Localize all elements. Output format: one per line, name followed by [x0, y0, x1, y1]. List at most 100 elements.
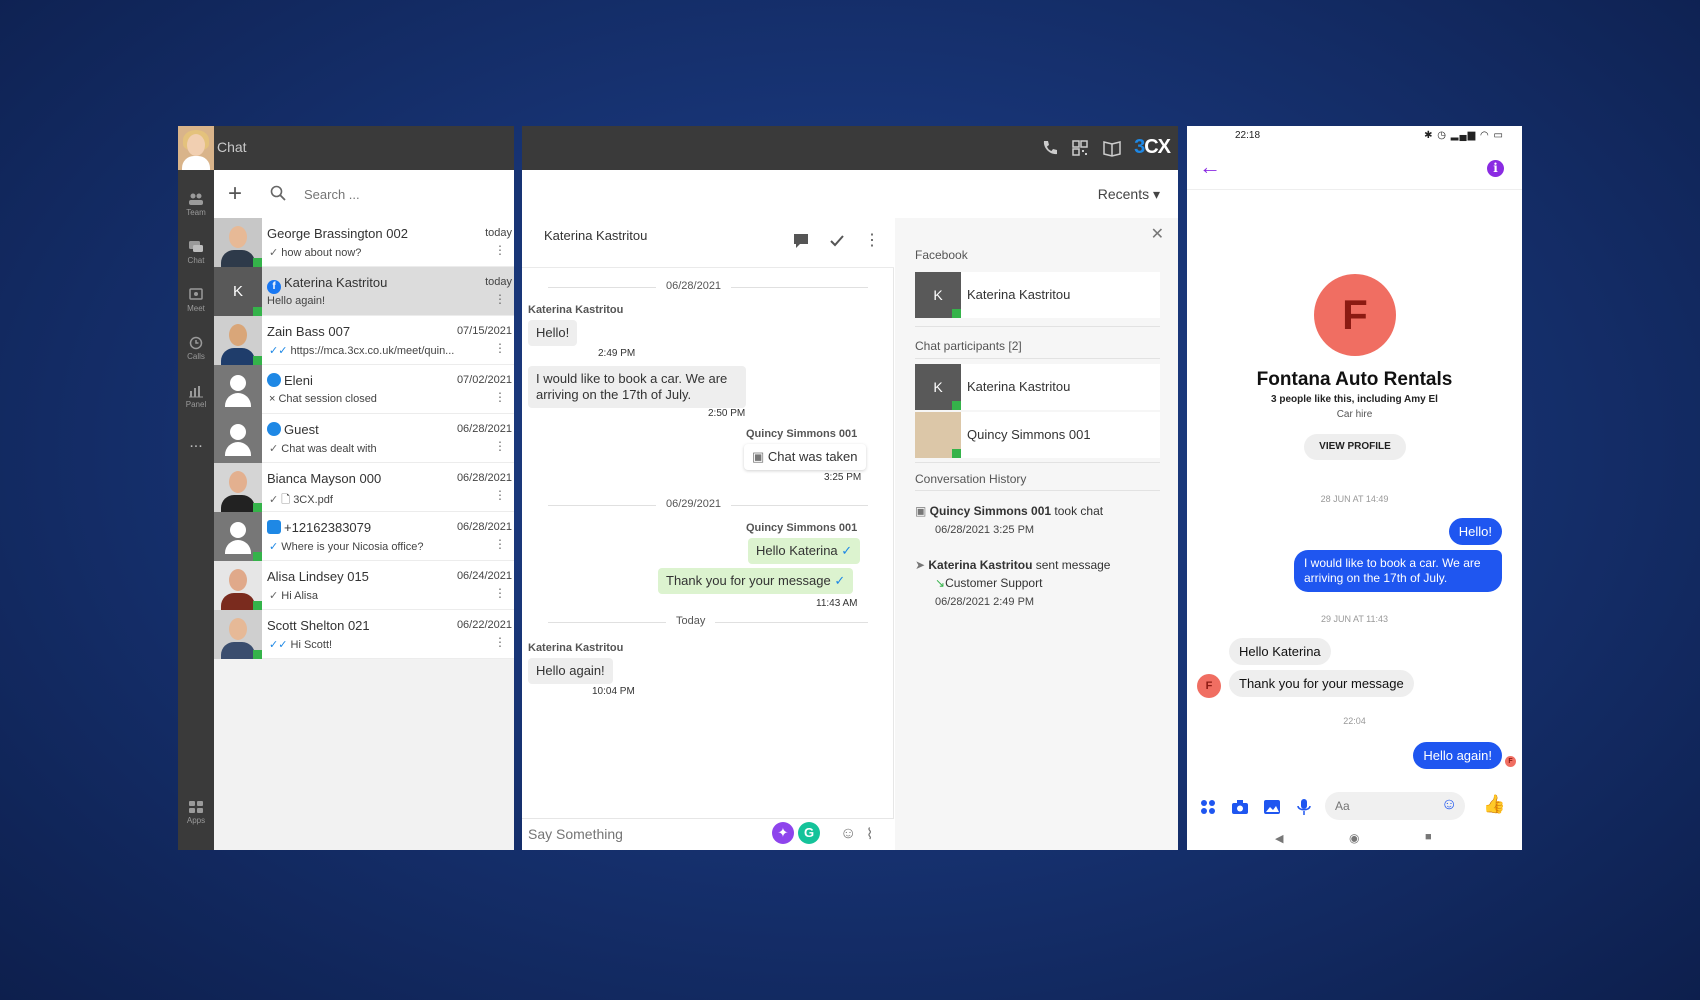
read-check-icon: ✓ — [269, 443, 282, 455]
conversation-header: Katerina Kastritou ⋮ — [522, 218, 894, 268]
panel-icon — [189, 386, 203, 398]
contact-row[interactable]: +12162383079 06/28/2021 ✓ Where is your … — [214, 512, 514, 561]
checkmark-icon[interactable] — [828, 232, 846, 250]
transcript-icon[interactable] — [792, 232, 810, 250]
message-bubble[interactable]: Thank you for your message ✓ — [658, 568, 854, 594]
kebab-icon[interactable]: ⋮ — [494, 636, 506, 648]
avatar — [214, 561, 262, 610]
thumbs-up-icon[interactable]: 👍 — [1483, 794, 1505, 815]
contact-row[interactable]: Guest 06/28/2021 ✓ Chat was dealt with ⋮ — [214, 414, 514, 463]
attachment-icon[interactable]: ⌇ — [866, 825, 873, 843]
kebab-icon[interactable]: ⋮ — [494, 489, 506, 501]
rail-apps[interactable]: Apps — [178, 800, 214, 825]
qr-code-icon[interactable] — [1070, 138, 1090, 158]
send-icon: ➤ — [915, 558, 929, 572]
contact-row[interactable]: George Brassington 002 today ✓ how about… — [214, 218, 514, 267]
status-bar: 22:18 ✱ ◷ ▂▄▆ ◠ ▭ — [1235, 130, 1504, 141]
history-entry: ➤ Katerina Kastritou sent message ↘Custo… — [915, 558, 1111, 608]
message-bubble[interactable]: Hello! — [528, 320, 578, 346]
search-input[interactable] — [304, 182, 494, 206]
date-divider: Today — [666, 615, 716, 627]
nav-home-icon[interactable]: ◉ — [1349, 831, 1359, 845]
book-icon[interactable] — [1102, 138, 1122, 158]
messenger-mobile: 22:18 ✱ ◷ ▂▄▆ ◠ ▭ ← i F Fontana Auto Ren… — [1187, 126, 1522, 850]
apps-grid-icon[interactable] — [1199, 798, 1217, 816]
nav-back-icon[interactable]: ◀ — [1275, 832, 1283, 845]
my-avatar[interactable] — [178, 126, 214, 170]
back-arrow-icon[interactable]: ← — [1199, 154, 1221, 180]
rail-team[interactable]: Team — [178, 192, 214, 217]
message-bubble[interactable]: Hello! — [1448, 518, 1502, 545]
meet-icon — [189, 288, 203, 300]
add-icon[interactable]: + — [228, 180, 242, 208]
chat-icon — [189, 241, 203, 252]
more-icon[interactable]: ... — [178, 434, 214, 452]
message-bubble[interactable]: I would like to book a car. We are arrivi… — [528, 366, 746, 408]
panel-title: Chat — [217, 139, 247, 155]
message-bubble[interactable]: Hello again! — [1413, 742, 1502, 769]
kebab-icon[interactable]: ⋮ — [494, 440, 506, 452]
contact-row[interactable]: Alisa Lindsey 015 06/24/2021 ✓ Hi Alisa … — [214, 561, 514, 610]
gallery-icon[interactable] — [1263, 798, 1281, 816]
ai-assist-icon[interactable]: ✦ — [772, 822, 794, 844]
emoji-icon[interactable]: ☺ — [1441, 796, 1457, 814]
date-divider: 06/28/2021 — [656, 280, 732, 292]
contact-row-active[interactable]: K f Katerina Kastritou today Hello again!… — [214, 267, 514, 316]
contact-row[interactable]: Scott Shelton 021 06/22/2021 ✓✓ Hi Scott… — [214, 610, 514, 659]
sms-icon — [267, 520, 281, 534]
camera-icon[interactable] — [1231, 798, 1249, 816]
rail-calls[interactable]: Calls — [178, 336, 214, 361]
contact-row[interactable]: Bianca Mayson 000 06/28/2021 ✓ 🗋 3CX.pdf… — [214, 463, 514, 512]
search-icon[interactable] — [270, 185, 286, 201]
avatar — [214, 365, 262, 414]
kebab-icon[interactable]: ⋮ — [494, 342, 506, 354]
message-bubble[interactable]: Hello again! — [528, 658, 613, 684]
message-input[interactable] — [528, 826, 768, 842]
left-title-bar: Chat — [178, 126, 514, 170]
message-bubble[interactable]: Hello Katerina — [1229, 638, 1331, 665]
nav-recents-icon[interactable]: ■ — [1425, 831, 1432, 843]
messenger-header: ← i — [1187, 148, 1522, 190]
kebab-icon[interactable]: ⋮ — [494, 538, 506, 550]
facebook-contact[interactable]: K Katerina Kastritou — [915, 272, 1160, 318]
participant[interactable]: K Katerina Kastritou — [915, 364, 1160, 410]
rail-panel[interactable]: Panel — [178, 384, 214, 409]
double-check-icon: ✓✓ — [269, 639, 291, 651]
grammarly-icon[interactable]: G — [798, 822, 820, 844]
info-icon[interactable]: i — [1487, 160, 1504, 177]
avatar: K — [915, 272, 961, 318]
close-icon[interactable]: ✕ — [1151, 224, 1164, 244]
phone-icon[interactable] — [1040, 138, 1060, 158]
participant[interactable]: Quincy Simmons 001 — [915, 412, 1160, 458]
message-bubble[interactable]: Hello Katerina ✓ — [748, 538, 861, 564]
kebab-icon[interactable]: ⋮ — [494, 391, 506, 403]
conversation-name: Katerina Kastritou — [544, 228, 648, 243]
apps-icon — [189, 801, 203, 813]
avatar — [214, 414, 262, 463]
contact-row[interactable]: Eleni 07/02/2021 × Chat session closed ⋮ — [214, 365, 514, 414]
rail-chat[interactable]: Chat — [178, 240, 214, 265]
kebab-icon[interactable]: ⋮ — [494, 244, 506, 256]
system-message: ▣ Chat was taken — [744, 444, 866, 470]
composer: ✦ G ☺ ⌇ — [522, 818, 894, 850]
message-bubble[interactable]: Thank you for your message — [1229, 670, 1414, 697]
business-name: Fontana Auto Rentals — [1256, 369, 1453, 390]
date-divider: 06/29/2021 — [656, 498, 732, 510]
contacts-toolbar: + — [214, 170, 514, 218]
agent-icon: ▣ — [915, 504, 930, 518]
view-profile-button[interactable]: VIEW PROFILE — [1304, 434, 1406, 460]
rail-meet[interactable]: Meet — [178, 288, 214, 313]
microphone-icon[interactable] — [1295, 798, 1313, 816]
seen-avatar: F — [1505, 756, 1516, 767]
kebab-icon[interactable]: ⋮ — [494, 293, 506, 305]
sender-avatar: F — [1197, 674, 1221, 698]
read-check-icon: ✓ — [269, 494, 282, 506]
emoji-icon[interactable]: ☺ — [840, 825, 856, 843]
kebab-icon[interactable]: ⋮ — [494, 587, 506, 599]
kebab-icon[interactable]: ⋮ — [864, 230, 882, 249]
contact-row[interactable]: Zain Bass 007 07/15/2021 ✓✓ https://mca.… — [214, 316, 514, 365]
livechat-icon — [267, 373, 281, 387]
recents-dropdown[interactable]: Recents ▾ — [1098, 186, 1160, 203]
business-avatar: F — [1314, 274, 1396, 356]
message-bubble[interactable]: I would like to book a car. We are arrivi… — [1294, 550, 1502, 592]
